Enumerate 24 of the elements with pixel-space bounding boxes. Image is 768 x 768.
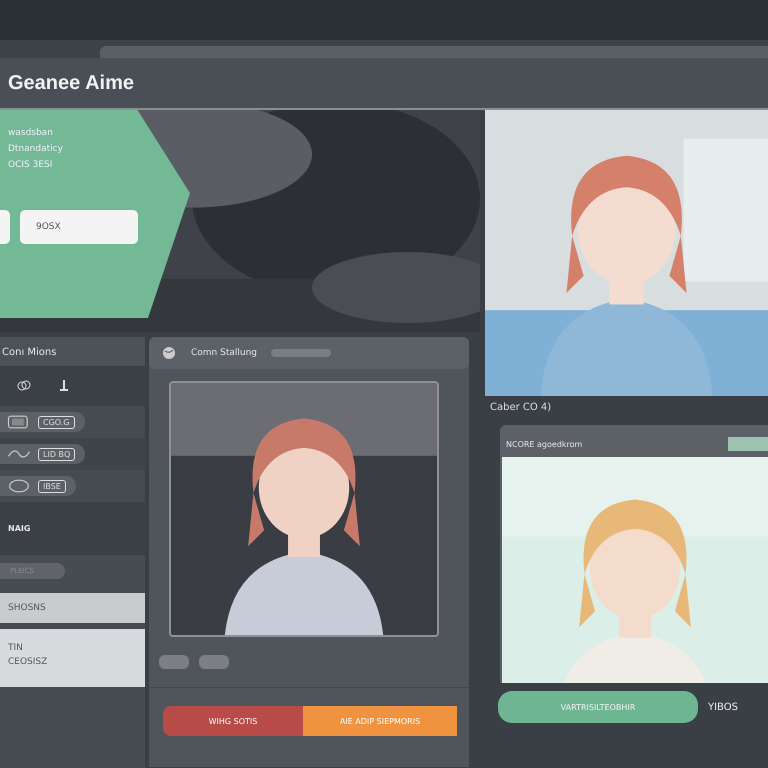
section-label: NAIG (0, 502, 145, 555)
small-button[interactable] (199, 655, 229, 669)
card-title: NCORE agoedkrom (506, 440, 582, 448)
toggle-chip[interactable]: LID BQ (0, 444, 86, 464)
promo-text: OCIS 3ESI (8, 160, 54, 170)
action-button[interactable]: WIHG SOTIS (163, 706, 303, 736)
toggle-chip[interactable]: CGO.G (0, 412, 84, 432)
label-pill (271, 349, 332, 357)
action-button[interactable]: AIE ADIP SIEPMORIS (303, 706, 457, 736)
promo-text: wasdsban (8, 128, 54, 138)
panel-text: TIN (8, 643, 24, 653)
toggle-chip[interactable]: IBSE (0, 476, 76, 496)
card-title: Comn Stallung (191, 348, 258, 358)
secondary-label: YIBOS (708, 702, 738, 712)
sidebar-title: Conı Mions (0, 337, 145, 366)
panel-text: CEOSISZ (8, 657, 48, 667)
small-button[interactable] (728, 437, 768, 451)
promo-button[interactable]: 9OSX (20, 210, 138, 244)
address-bar[interactable] (100, 46, 768, 58)
small-button[interactable] (159, 655, 189, 669)
caption-text: Caber CO 4) (489, 401, 552, 415)
panel-text: SHOSNS (8, 603, 47, 613)
app-title: Geanee Aime (8, 72, 134, 94)
promo-text: Dtnandaticy (8, 144, 64, 154)
